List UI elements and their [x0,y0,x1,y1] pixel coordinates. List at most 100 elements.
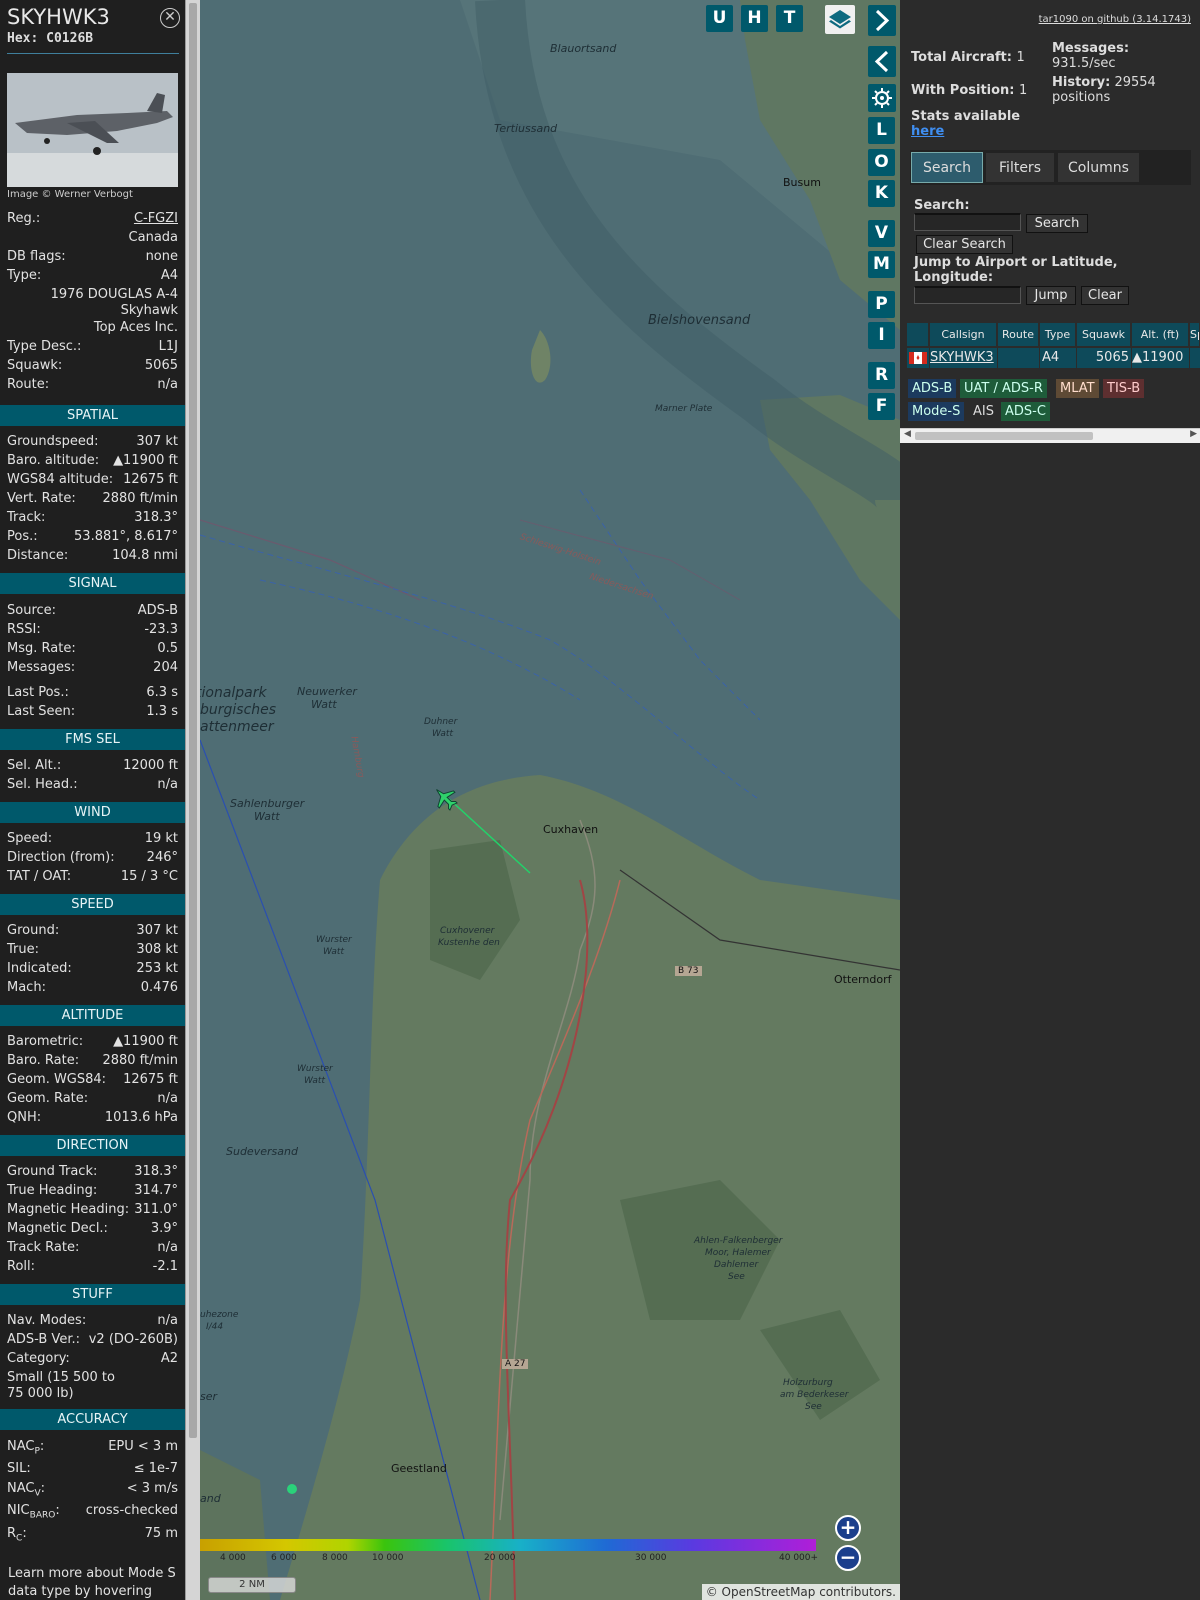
reg-label: Reg.: [7,211,41,226]
field-value: 2880 ft/min [102,1053,178,1068]
route-row: Route: n/a [7,377,178,396]
map-button-i[interactable]: I [868,322,895,349]
map-button-k[interactable]: K [868,180,895,207]
field-label: Speed: [7,831,53,846]
settings-button[interactable] [868,84,896,112]
source-chip-uat[interactable]: UAT / ADS-R [960,379,1047,398]
field-label: Source: [7,603,57,618]
map-button-r[interactable]: R [868,362,895,389]
tab-columns[interactable]: Columns [1057,152,1140,183]
scroll-right-icon[interactable]: ▶ [1190,429,1197,439]
source-chip-adsc[interactable]: ADS-C [1001,402,1050,421]
field-label: Magnetic Decl.: [7,1221,108,1236]
aircraft-marker[interactable] [432,785,458,811]
source-chip-mlat[interactable]: MLAT [1056,379,1099,398]
layers-button[interactable] [825,5,855,34]
clear-search-button[interactable]: Clear Search [916,235,1013,254]
map-button-h[interactable]: H [741,5,768,32]
close-icon[interactable]: ✕ [160,8,180,28]
column-header-callsign[interactable]: Callsign [930,323,997,346]
spatial-row: Groundspeed: 307 kt [7,434,178,453]
scale-bar-label: 2 NM [239,1579,265,1590]
spatial-row: Vert. Rate: 2880 ft/min [7,491,178,510]
column-header-type[interactable]: Type [1040,323,1076,346]
column-header-squawk[interactable]: Squawk [1077,323,1131,346]
section-speed: SPEED [0,894,185,915]
tab-filters[interactable]: Filters [985,152,1055,183]
history-value: 29554 [1114,75,1156,90]
spatial-row: Track: 318.3° [7,510,178,529]
info-scrollbar[interactable] [185,0,200,1600]
github-link[interactable]: tar1090 on github (3.14.1743) [1039,14,1191,25]
map-label: Marner Plate [655,404,713,414]
source-chip-ais[interactable]: AIS [969,402,998,421]
field-value: 12675 ft [123,1072,178,1087]
table-scrollbar[interactable]: ◀ ▶ [900,428,1200,443]
map-button-m[interactable]: M [868,251,895,278]
field-label: Sel. Head.: [7,777,78,792]
callsign-cell[interactable]: SKYHWK3 [930,348,997,368]
typedesc-row: Type Desc.: L1J [7,339,178,358]
map-button-l[interactable]: L [868,117,895,144]
stats-link[interactable]: here [911,124,944,139]
search-input[interactable] [914,213,1021,231]
scrollbar-thumb[interactable] [915,432,1093,440]
search-button[interactable]: Search [1026,214,1088,233]
map-button-p[interactable]: P [868,291,895,318]
map-label: Otterndorf [834,973,892,986]
field-value: ADS-B [137,603,178,618]
map-label: Busum [783,176,821,189]
map-label: Neuwerker [297,685,357,698]
messages-label: Messages: [1052,41,1130,56]
reg-link[interactable]: C-FGZI [134,211,178,226]
field-label: Messages: [7,660,76,675]
tab-search[interactable]: Search [911,152,983,183]
field-label: Pos.: [7,529,38,544]
zoom-out-button[interactable]: − [835,1545,861,1571]
scrollbar-thumb[interactable] [189,3,197,1438]
expand-panel-button[interactable] [868,5,896,36]
map-button-f[interactable]: F [868,393,895,420]
field-label: Baro. Rate: [7,1053,80,1068]
zoom-in-button[interactable]: + [835,1515,861,1541]
field-label: Track: [7,510,46,525]
field-value: v2 (DO-260B) [88,1332,178,1347]
map-button-t[interactable]: T [776,5,803,32]
column-header-altitude[interactable]: Alt. (ft) [1132,323,1189,346]
map-button-u[interactable]: U [706,5,733,32]
map-button-v[interactable]: V [868,220,895,247]
source-chip-tisb[interactable]: TIS-B [1103,379,1145,398]
field-label: ADS-B Ver.: [7,1332,80,1347]
aircraft-photo[interactable] [7,73,178,187]
map-label: burgisches [200,702,277,718]
scroll-left-icon[interactable]: ◀ [904,429,911,439]
collapse-panel-button[interactable] [868,46,896,77]
column-header-route[interactable]: Route [998,323,1039,346]
source-chip-modes[interactable]: Mode-S [908,402,965,421]
altitude-value: ▲11900 [1132,350,1184,365]
field-value: 19 kt [144,831,178,846]
source-chip-adsb[interactable]: ADS-B [908,379,957,398]
map-view[interactable]: Blauortsand Tertiussand Busum Bielshoven… [200,0,900,1600]
type-row: Type: A4 [7,268,178,287]
map-button-o[interactable]: O [868,149,895,176]
field-value: 307 kt [136,434,178,449]
field-label: Baro. altitude: [7,453,100,468]
field-value: n/a [157,1240,178,1255]
nacp-label-main: NAC [7,1439,35,1454]
map-label: Tertiussand [494,122,558,135]
jump-button[interactable]: Jump [1026,286,1076,305]
column-header-speed[interactable]: Sp [1190,323,1200,346]
title-divider [7,53,179,54]
squawk-value: 5065 [144,358,178,373]
map-label: Watt [323,947,344,957]
field-value: 314.7° [134,1183,178,1198]
field-value: 1.3 s [146,704,178,719]
wind-row: Speed: 19 kt [7,831,178,850]
altitude-color-scale [200,1539,816,1551]
column-header-flag[interactable] [907,323,929,346]
right-panel: tar1090 on github (3.14.1743) Total Airc… [900,0,1200,1600]
jump-input[interactable] [914,286,1021,304]
clear-button[interactable]: Clear [1081,286,1129,305]
field-value: 0.476 [140,980,178,995]
